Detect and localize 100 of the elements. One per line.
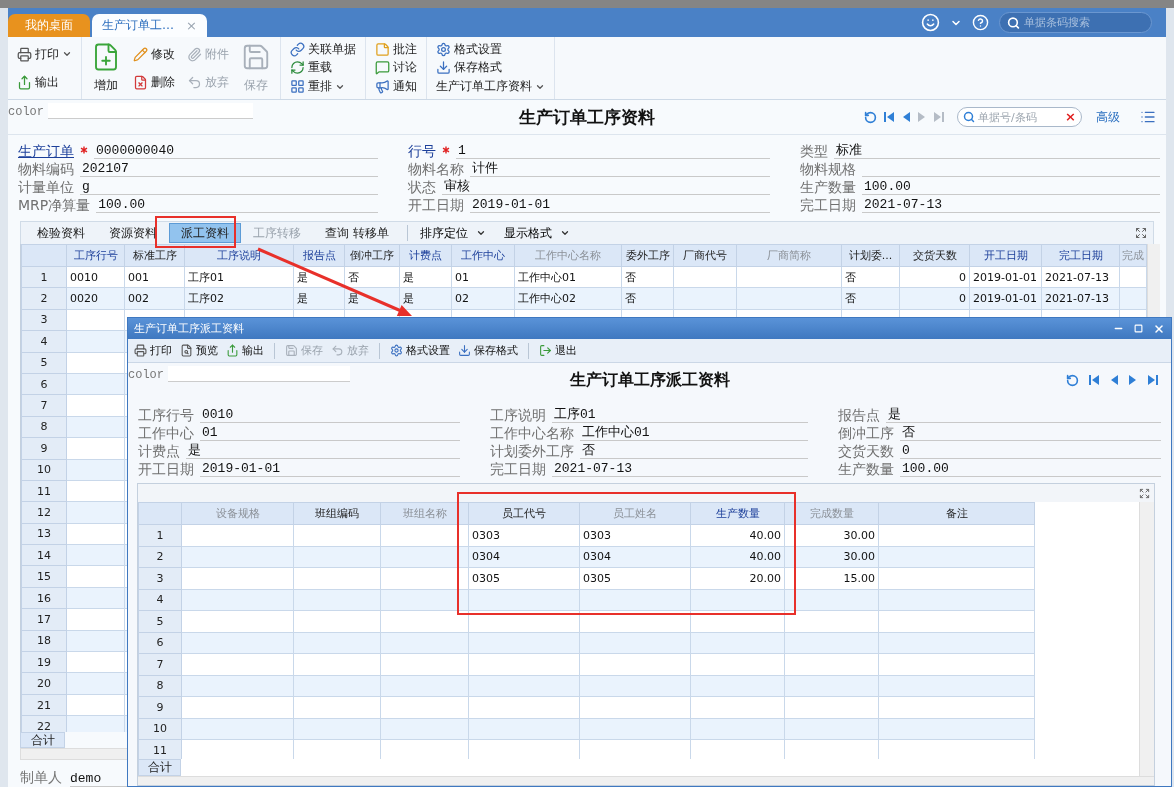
- ribbon-button[interactable]: 讨论: [373, 59, 419, 77]
- row-number: 15: [21, 565, 67, 588]
- next-icon[interactable]: [1128, 374, 1138, 386]
- column-header[interactable]: 工作中心: [451, 244, 515, 267]
- column-header[interactable]: 计划委...: [841, 244, 900, 267]
- field-label: 行号: [408, 143, 436, 159]
- advanced-link[interactable]: 高级: [1096, 108, 1120, 126]
- input-field[interactable]: 01: [200, 425, 460, 441]
- ribbon-button[interactable]: 重排: [288, 78, 358, 96]
- first-page-icon[interactable]: [883, 111, 895, 123]
- total-label: 合计: [20, 732, 65, 748]
- smiley-icon[interactable]: [921, 13, 940, 32]
- toolbar-button[interactable]: 格式设置: [386, 343, 454, 358]
- search-field[interactable]: 单据条码搜索: [999, 12, 1152, 33]
- input-field[interactable]: [48, 103, 253, 119]
- input-field[interactable]: 标准: [834, 143, 1160, 159]
- toolbar-button[interactable]: 打印: [130, 343, 176, 358]
- menu-button[interactable]: 排序定位: [413, 223, 492, 243]
- expand-icon[interactable]: [1135, 227, 1147, 239]
- column-header[interactable]: 标准工序: [124, 244, 185, 267]
- column-header[interactable]: 厂商代号: [673, 244, 737, 267]
- field-label: 状态: [408, 179, 436, 195]
- list-icon[interactable]: [1140, 109, 1156, 125]
- download-icon: [458, 344, 471, 357]
- input-field[interactable]: 0: [900, 443, 1161, 459]
- expand-icon[interactable]: [1139, 487, 1150, 499]
- row-number: 10: [138, 718, 182, 740]
- previous-icon[interactable]: [901, 111, 911, 123]
- column-header[interactable]: 备注: [878, 502, 1035, 525]
- input-field[interactable]: 审核: [442, 179, 770, 195]
- previous-icon[interactable]: [1109, 374, 1119, 386]
- horizontal-scrollbar[interactable]: [138, 776, 1154, 785]
- ribbon-button[interactable]: 修改: [131, 45, 177, 63]
- toolbar-button[interactable]: 保存格式: [454, 343, 522, 358]
- input-field[interactable]: 0000000040: [94, 143, 378, 159]
- column-header[interactable]: 委外工序: [621, 244, 674, 267]
- column-header[interactable]: 工序行号: [66, 244, 125, 267]
- input-field[interactable]: 2021-07-13: [552, 461, 808, 477]
- input-field[interactable]: 工序01: [552, 407, 808, 423]
- field-link[interactable]: 生产订单: [18, 143, 74, 159]
- ribbon-button[interactable]: 增加: [89, 42, 123, 94]
- ribbon-button[interactable]: 输出: [15, 73, 74, 91]
- input-field[interactable]: 计件: [470, 161, 770, 177]
- input-field[interactable]: 0010: [200, 407, 460, 423]
- horizontal-scrollbar[interactable]: [20, 748, 130, 760]
- column-header[interactable]: 员工代号: [468, 502, 580, 525]
- column-header[interactable]: 班组编码: [293, 502, 381, 525]
- ribbon-button[interactable]: 打印: [15, 45, 74, 63]
- column-header[interactable]: 完工日期: [1041, 244, 1120, 267]
- tab[interactable]: 生产订单工… ×: [92, 14, 207, 37]
- tab[interactable]: 资源资料: [97, 223, 169, 243]
- maximize-icon[interactable]: [1134, 324, 1143, 333]
- column-header[interactable]: 计费点: [399, 244, 452, 267]
- ribbon-button[interactable]: 关联单据: [288, 40, 358, 58]
- input-field[interactable]: 100.00: [900, 461, 1161, 477]
- tab[interactable]: 派工资料: [169, 223, 241, 243]
- toolbar-button[interactable]: 预览: [176, 343, 222, 358]
- column-header[interactable]: 倒冲工序: [344, 244, 400, 267]
- column-header[interactable]: 生产数量: [690, 502, 785, 525]
- refresh-icon[interactable]: [1066, 373, 1079, 387]
- tab[interactable]: 查询 转移单: [313, 223, 401, 243]
- row-number: 21: [21, 694, 67, 716]
- field-label: 生产数量: [800, 179, 856, 195]
- ribbon-button[interactable]: 格式设置: [434, 40, 547, 58]
- input-field[interactable]: 是: [186, 443, 460, 459]
- tab[interactable]: 检验资料: [25, 223, 97, 243]
- input-field[interactable]: g: [80, 179, 378, 195]
- last-page-icon[interactable]: [1147, 374, 1159, 386]
- input-field[interactable]: 100.00: [862, 179, 1160, 195]
- input-field[interactable]: 100.00: [96, 197, 378, 213]
- column-header[interactable]: 报告点: [293, 244, 345, 267]
- input-field[interactable]: 是: [886, 407, 1161, 423]
- ribbon-button[interactable]: 保存格式: [434, 59, 547, 77]
- row-number: 8: [138, 675, 182, 697]
- ribbon-button[interactable]: 删除: [131, 73, 177, 91]
- ribbon-button[interactable]: 生产订单工序资料: [434, 78, 547, 96]
- input-field[interactable]: 2019-01-01: [470, 197, 770, 213]
- toolbar-button[interactable]: 退出: [535, 343, 581, 358]
- input-field[interactable]: 工作中心01: [580, 425, 808, 441]
- refresh-icon[interactable]: [864, 110, 877, 124]
- ribbon-button[interactable]: 通知: [373, 78, 419, 96]
- ribbon-button[interactable]: 批注: [373, 40, 419, 58]
- input-field[interactable]: 2021-07-13: [862, 197, 1160, 213]
- toolbar-button[interactable]: 输出: [222, 343, 268, 358]
- row-number: 13: [21, 523, 67, 545]
- input-field[interactable]: 1: [456, 143, 770, 159]
- input-field[interactable]: [168, 366, 350, 382]
- help-icon[interactable]: [972, 14, 989, 31]
- input-field[interactable]: 否: [900, 425, 1161, 441]
- close-icon[interactable]: [1153, 322, 1165, 335]
- column-header[interactable]: 开工日期: [969, 244, 1042, 267]
- clear-button[interactable]: ×: [1065, 110, 1076, 124]
- ribbon-button[interactable]: 重载: [288, 59, 358, 77]
- first-page-icon[interactable]: [1088, 374, 1100, 386]
- menu-button[interactable]: 显示格式: [497, 223, 576, 243]
- vertical-scrollbar[interactable]: [1139, 502, 1154, 776]
- input-field[interactable]: 202107: [80, 161, 378, 177]
- input-field[interactable]: 2019-01-01: [200, 461, 460, 477]
- input-field[interactable]: 否: [580, 443, 808, 459]
- column-header[interactable]: 交货天数: [899, 244, 970, 267]
